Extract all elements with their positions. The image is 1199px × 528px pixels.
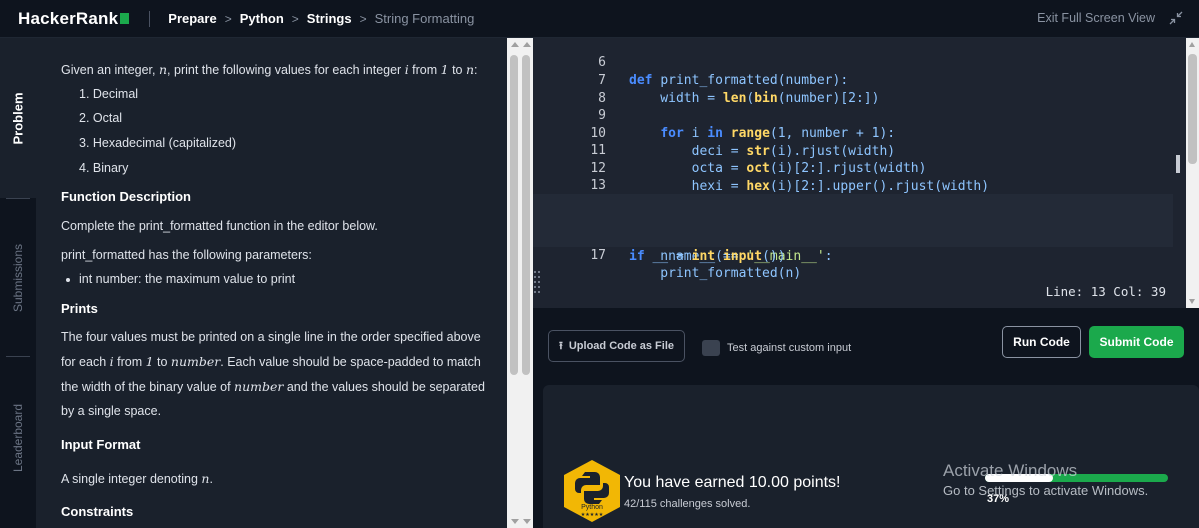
challenges-solved-text: 42/115 challenges solved. bbox=[624, 498, 751, 510]
prints-text-line: for each i from 1 to number. Each value … bbox=[61, 354, 481, 369]
code-line: 12 hexi = hex(i)[2:].upper().rjust(width… bbox=[590, 161, 990, 194]
divider bbox=[149, 10, 151, 27]
cursor-position-status: Line: 13 Col: 39 bbox=[1045, 284, 1166, 299]
chevron-right-icon: > bbox=[224, 11, 232, 26]
code-line: 15 ∨ if __name__ == '__main__': bbox=[533, 194, 1173, 264]
chevron-right-icon: > bbox=[291, 11, 299, 26]
breadcrumb-strings[interactable]: Strings bbox=[307, 11, 352, 26]
svg-text:★★★★★: ★★★★★ bbox=[581, 512, 604, 518]
custom-input-label[interactable]: Test against custom input bbox=[727, 342, 851, 354]
code-line: 16 n = int(input()) bbox=[533, 212, 1173, 264]
scroll-down-arrow-icon[interactable] bbox=[511, 519, 519, 524]
bullet-icon bbox=[66, 278, 70, 282]
exit-full-screen-icon[interactable] bbox=[1169, 11, 1183, 25]
problem-panel: Given an integer, n, print the following… bbox=[36, 38, 507, 528]
python-badge-icon: Python ★★★★★ bbox=[564, 460, 620, 522]
scroll-up-arrow-icon[interactable] bbox=[511, 42, 519, 47]
prints-text-line: The four values must be printed on a sin… bbox=[61, 330, 481, 344]
minimap-cursor-marker bbox=[1176, 155, 1180, 173]
code-editor[interactable]: 6 def print_formatted(number): 7 width =… bbox=[533, 38, 1186, 308]
badge-label: Python bbox=[581, 504, 603, 511]
breadcrumb: Prepare > Python > Strings > String Form… bbox=[168, 11, 474, 26]
submit-code-button[interactable]: Submit Code bbox=[1089, 326, 1184, 358]
side-tabs: Problem Submissions Leaderboard bbox=[0, 38, 36, 528]
activate-windows-subtitle: Go to Settings to activate Windows. bbox=[943, 483, 1149, 498]
prints-text-line: the width of the binary value of number … bbox=[61, 379, 485, 394]
code-line: 13 bina = bin(i)[2:].rjust(width) bbox=[590, 178, 926, 211]
scroll-down-arrow-icon[interactable] bbox=[1189, 299, 1195, 304]
logo-block-icon bbox=[120, 13, 130, 24]
problem-scrollbar[interactable] bbox=[507, 38, 533, 528]
code-line: 17 print_formatted(n) bbox=[533, 229, 1173, 281]
code-line: 7 width = len(bin(number)[2:]) bbox=[598, 73, 880, 106]
scrollbar-thumb[interactable] bbox=[510, 55, 518, 375]
code-line: 14 print(deci, octa, hexi, bina) bbox=[533, 177, 1173, 229]
prints-text-line: by a single space. bbox=[61, 404, 162, 418]
run-code-button[interactable]: Run Code bbox=[1002, 326, 1081, 358]
tab-problem[interactable]: Problem bbox=[0, 38, 36, 198]
code-line: 8 bbox=[598, 91, 606, 106]
editor-pane: 6 def print_formatted(number): 7 width =… bbox=[533, 38, 1199, 528]
custom-input-checkbox[interactable] bbox=[702, 340, 720, 356]
tab-submissions[interactable]: Submissions bbox=[0, 200, 36, 356]
exit-full-screen-link[interactable]: Exit Full Screen View bbox=[1037, 11, 1155, 25]
result-panel: Python ★★★★★ You have earned 10.00 point… bbox=[543, 385, 1199, 528]
list-item: 1. Decimal bbox=[79, 87, 139, 101]
list-item: 2. Octal bbox=[79, 111, 123, 125]
code-line: 9 for i in range(1, number + 1): bbox=[598, 108, 896, 141]
list-item: 3. Hexadecimal (capitalized) bbox=[79, 136, 237, 150]
divider bbox=[6, 198, 30, 199]
scroll-up-arrow-icon[interactable] bbox=[523, 42, 531, 47]
list-item: 4. Binary bbox=[79, 161, 129, 175]
chevron-right-icon: > bbox=[359, 11, 367, 26]
editor-actions: ⭱ Upload Code as File Test against custo… bbox=[533, 308, 1199, 382]
activate-windows-title: Activate Windows bbox=[943, 461, 1078, 480]
points-earned-text: You have earned 10.00 points! bbox=[624, 474, 841, 491]
prints-heading: Prints bbox=[61, 301, 98, 316]
breadcrumb-python[interactable]: Python bbox=[240, 11, 284, 26]
scroll-down-arrow-icon[interactable] bbox=[523, 519, 531, 524]
code-line: 10 deci = str(i).rjust(width) bbox=[590, 126, 896, 159]
divider bbox=[6, 356, 30, 357]
top-bar: HackerRank Prepare > Python > Strings > … bbox=[0, 0, 1199, 38]
scroll-up-arrow-icon[interactable] bbox=[1189, 42, 1195, 47]
constraints-heading: Constraints bbox=[61, 504, 134, 519]
hackerrank-logo[interactable]: HackerRank bbox=[18, 9, 130, 29]
function-description-text: Complete the print_formatted function in… bbox=[61, 219, 378, 233]
breadcrumb-prepare[interactable]: Prepare bbox=[168, 11, 216, 26]
scrollbar-thumb[interactable] bbox=[1188, 54, 1197, 164]
upload-code-button[interactable]: ⭱ Upload Code as File bbox=[548, 330, 685, 362]
param-item: int number: the maximum value to print bbox=[79, 272, 296, 286]
editor-scrollbar[interactable] bbox=[1186, 38, 1199, 308]
scrollbar-thumb[interactable] bbox=[522, 55, 530, 375]
function-description-heading: Function Description bbox=[61, 189, 191, 204]
upload-icon: ⭱ bbox=[559, 339, 563, 352]
code-line: 11 octa = oct(i)[2:].rjust(width) bbox=[590, 143, 927, 176]
problem-intro: Given an integer, n, print the following… bbox=[61, 62, 478, 77]
params-intro: print_formatted has the following parame… bbox=[61, 248, 312, 262]
input-format-heading: Input Format bbox=[61, 437, 141, 452]
code-line: 6 def print_formatted(number): bbox=[598, 55, 849, 88]
breadcrumb-current: String Formatting bbox=[374, 11, 475, 26]
tab-leaderboard[interactable]: Leaderboard bbox=[0, 358, 36, 518]
input-format-text: A single integer denoting n. bbox=[61, 471, 213, 486]
